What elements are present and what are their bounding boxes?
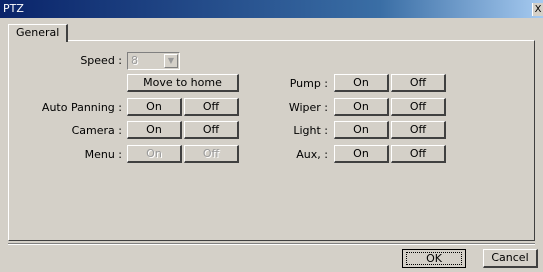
- menu-on-button: On: [127, 145, 182, 163]
- wiper-on-button[interactable]: On: [334, 98, 389, 116]
- wiper-label: Wiper :: [288, 101, 328, 114]
- tab-general[interactable]: General: [8, 24, 69, 42]
- pump-label: Pump :: [289, 77, 328, 90]
- aux-on-button[interactable]: On: [334, 145, 389, 163]
- cancel-button[interactable]: Cancel: [483, 249, 538, 268]
- close-icon[interactable]: X: [532, 3, 543, 16]
- auto-panning-off-button[interactable]: Off: [184, 98, 239, 116]
- title-bar: PTZ X: [0, 0, 543, 18]
- pump-off-button[interactable]: Off: [391, 74, 446, 92]
- menu-off-button: Off: [184, 145, 239, 163]
- speed-label: Speed :: [80, 54, 122, 67]
- camera-off-button[interactable]: Off: [184, 121, 239, 139]
- ok-button-label: OK: [406, 252, 462, 265]
- pump-on-button[interactable]: On: [334, 74, 389, 92]
- speed-select[interactable]: 8 ▼: [127, 52, 180, 70]
- light-off-button[interactable]: Off: [391, 121, 446, 139]
- chevron-down-icon[interactable]: ▼: [164, 54, 178, 68]
- wiper-off-button[interactable]: Off: [391, 98, 446, 116]
- menu-label: Menu :: [84, 148, 122, 161]
- ok-button[interactable]: OK: [402, 249, 466, 268]
- camera-on-button[interactable]: On: [127, 121, 182, 139]
- auto-panning-on-button[interactable]: On: [127, 98, 182, 116]
- speed-value: 8: [131, 54, 138, 67]
- auto-panning-label: Auto Panning :: [41, 101, 122, 114]
- aux-off-button[interactable]: Off: [391, 145, 446, 163]
- light-label: Light :: [293, 124, 328, 137]
- aux-label: Aux, :: [296, 148, 328, 161]
- camera-label: Camera :: [71, 124, 122, 137]
- footer-divider: [8, 243, 535, 245]
- light-on-button[interactable]: On: [334, 121, 389, 139]
- general-panel: [8, 40, 535, 241]
- move-to-home-button[interactable]: Move to home: [127, 74, 239, 92]
- window-title: PTZ: [3, 2, 24, 15]
